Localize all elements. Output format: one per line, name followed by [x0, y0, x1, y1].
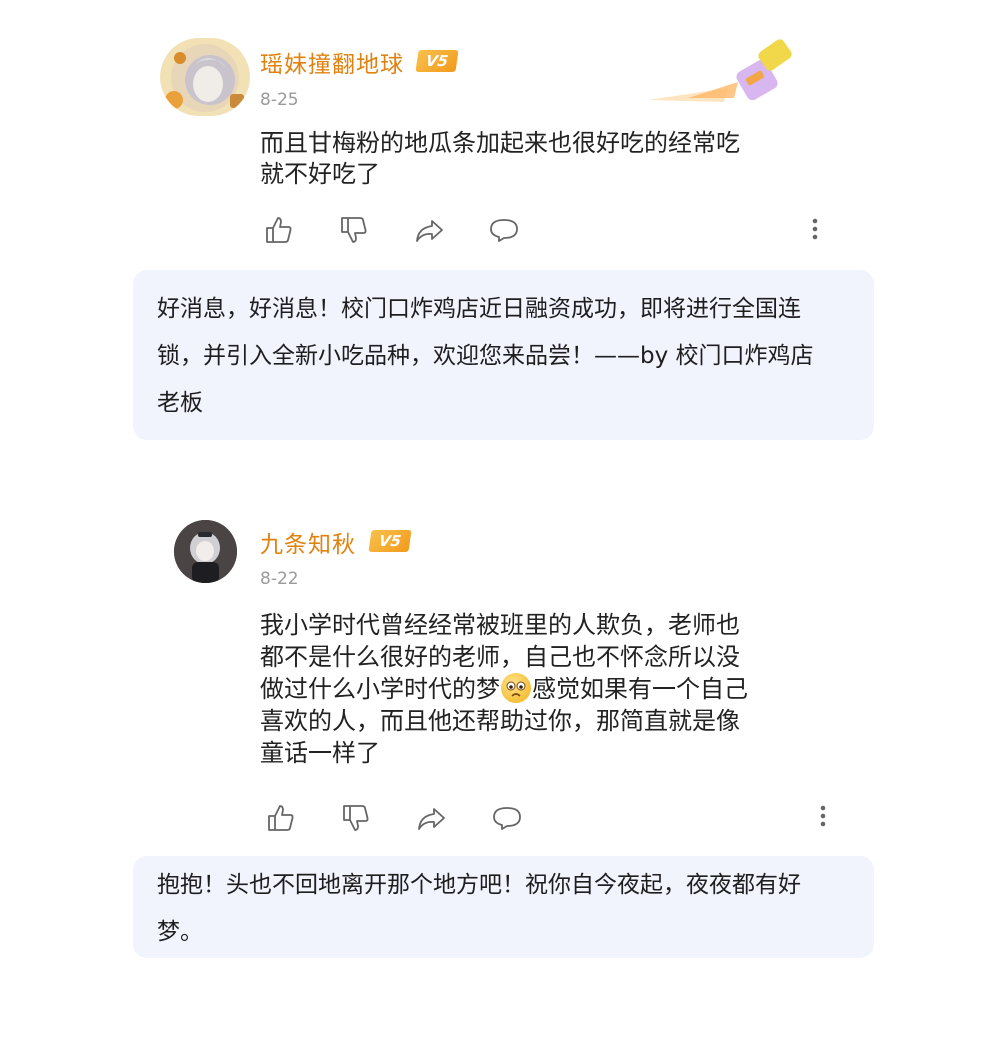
thumbs-down-icon[interactable] — [340, 802, 372, 834]
comment-text-line: 都不是什么很好的老师，自己也不怀念所以没 — [260, 643, 740, 671]
thumbs-down-icon[interactable] — [338, 214, 370, 246]
avatar-image — [165, 44, 244, 112]
comment-text-segment: 做过什么小学时代的梦 — [260, 675, 500, 703]
reply-text-line: 好消息，好消息！校门口炸鸡店近日融资成功，即将进行全国连 — [157, 296, 801, 322]
comment-text-line: 喜欢的人，而且他还帮助过你，那简直就是像 — [260, 707, 740, 735]
decoration-badge-icon — [648, 38, 798, 114]
reply-box-1: 好消息，好消息！校门口炸鸡店近日融资成功，即将进行全国连 锁，并引入全新小吃品种… — [133, 270, 874, 440]
comment-text-line: 童话一样了 — [260, 739, 380, 767]
comment-text-segment: 感觉如果有一个自己 — [532, 675, 748, 703]
vip-badge: V5 — [415, 50, 459, 72]
comment-icon[interactable] — [488, 214, 520, 246]
worried-face-emoji-icon — [501, 673, 531, 703]
avatar[interactable] — [160, 38, 250, 116]
comment-date: 8-25 — [260, 90, 299, 110]
reply-text-line: 抱抱！头也不回地离开那个地方吧！祝你自今夜起，夜夜都有好 — [157, 872, 801, 898]
comment-date: 8-22 — [260, 569, 299, 589]
reply-text-line: 锁，并引入全新小吃品种，欢迎您来品尝！——by 校门口炸鸡店 — [157, 343, 814, 369]
comment-text: 我小学时代曾经经常被班里的人欺负，老师也 都不是什么很好的老师，自己也不怀念所以… — [260, 609, 820, 769]
avatar[interactable] — [174, 520, 237, 583]
reply-text-line: 梦。 — [157, 919, 203, 945]
comment-actions — [265, 802, 835, 834]
username[interactable]: 九条知秋 — [260, 525, 356, 559]
share-icon[interactable] — [415, 802, 447, 834]
share-icon[interactable] — [413, 214, 445, 246]
avatar-image — [174, 520, 237, 583]
comment-icon[interactable] — [491, 802, 523, 834]
thumbs-up-icon[interactable] — [265, 802, 297, 834]
comment-text: 而且甘梅粉的地瓜条加起来也很好吃的经常吃 就不好吃了 — [260, 128, 820, 190]
reply-text-line: 老板 — [157, 390, 203, 416]
more-icon[interactable] — [810, 217, 820, 245]
comment-text-line: 做过什么小学时代的梦 感觉如果有一个自己 — [260, 673, 820, 705]
thumbs-up-icon[interactable] — [263, 214, 295, 246]
vip-badge: V5 — [368, 530, 412, 552]
reply-box-2: 抱抱！头也不回地离开那个地方吧！祝你自今夜起，夜夜都有好 梦。 — [133, 856, 874, 958]
comment-text-line: 而且甘梅粉的地瓜条加起来也很好吃的经常吃 — [260, 129, 740, 157]
comment-text-line: 我小学时代曾经经常被班里的人欺负，老师也 — [260, 611, 740, 639]
comment-text-line: 就不好吃了 — [260, 160, 380, 188]
username[interactable]: 瑶妹撞翻地球 — [260, 45, 404, 79]
comment-actions — [263, 214, 833, 246]
more-icon[interactable] — [818, 804, 828, 832]
